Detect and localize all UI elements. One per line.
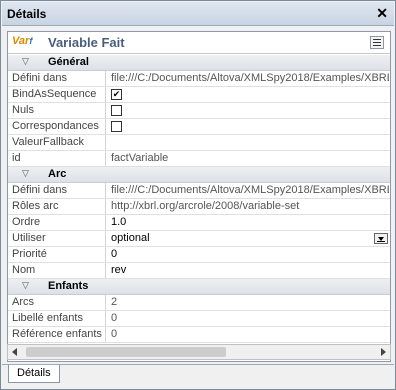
section-label: Enfants [48, 280, 89, 292]
row-child-labels[interactable]: Libellé enfants 0 [8, 311, 390, 327]
row-value: http://xbrl.org/arcrole/2008/variable-se… [111, 200, 300, 212]
row-priority[interactable]: Priorité 0 [8, 247, 390, 263]
details-window: Détails ✕ Varf Variable Fait ▽ Général D… [0, 0, 396, 390]
header-title: Variable Fait [48, 35, 125, 50]
title-bar: Détails ✕ [2, 2, 394, 26]
row-bind-as-sequence[interactable]: BindAsSequence ✔ [8, 87, 390, 103]
property-grid: ▽ Général Défini dans file:///C:/Documen… [8, 55, 390, 343]
row-key: ValeurFallback [8, 135, 106, 150]
name-field[interactable]: rev [111, 263, 389, 278]
row-key: id [8, 151, 106, 166]
order-field[interactable]: 1.0 [111, 215, 389, 230]
row-key: Priorité [8, 247, 106, 262]
row-key: Nom [8, 263, 106, 278]
row-arcs[interactable]: Arcs 2 [8, 295, 390, 311]
row-key: Défini dans [8, 183, 106, 198]
row-value: file:///C:/Documents/Altova/XMLSpy2018/E… [111, 72, 389, 84]
priority-field[interactable]: 0 [111, 247, 389, 262]
row-value: 0 [111, 312, 118, 324]
row-arc-defined-in[interactable]: Défini dans file:///C:/Documents/Altova/… [8, 183, 390, 199]
row-use[interactable]: Utiliser optional [8, 231, 390, 247]
row-key: Défini dans [8, 71, 106, 86]
row-key: BindAsSequence [8, 87, 106, 102]
horizontal-scrollbar[interactable] [7, 344, 391, 360]
row-correspondances[interactable]: Correspondances [8, 119, 390, 135]
nuls-checkbox[interactable] [111, 105, 122, 116]
close-icon[interactable]: ✕ [376, 5, 388, 22]
row-key: Ordre [8, 215, 106, 230]
collapse-all-icon[interactable] [370, 36, 384, 49]
id-field[interactable]: factVariable [111, 151, 389, 166]
section-arc[interactable]: ▽ Arc [8, 167, 390, 183]
header-row: Varf Variable Fait [8, 32, 390, 54]
tab-bar: Détails [2, 364, 394, 389]
row-value: 2 [111, 296, 118, 308]
row-value: file:///C:/Documents/Altova/XMLSpy2018/E… [111, 184, 389, 196]
use-select[interactable]: optional [111, 231, 389, 246]
variable-icon: Varf [12, 35, 33, 47]
tab-details[interactable]: Détails [8, 365, 60, 383]
collapse-triangle-icon[interactable]: ▽ [22, 280, 29, 291]
section-label: Arc [48, 168, 67, 180]
row-nuls[interactable]: Nuls [8, 103, 390, 119]
row-key: Libellé enfants [8, 311, 106, 326]
correspondances-checkbox[interactable] [111, 121, 122, 132]
row-order[interactable]: Ordre 1.0 [8, 215, 390, 231]
collapse-triangle-icon[interactable]: ▽ [22, 168, 29, 179]
section-general[interactable]: ▽ Général [8, 55, 390, 71]
row-key: Référence enfants [8, 327, 106, 342]
collapse-triangle-icon[interactable]: ▽ [22, 56, 29, 67]
row-defined-in[interactable]: Défini dans file:///C:/Documents/Altova/… [8, 71, 390, 87]
valeur-fallback-field[interactable] [111, 135, 389, 150]
scroll-thumb[interactable] [26, 347, 226, 357]
row-key: Arcs [8, 295, 106, 310]
row-key: Utiliser [8, 231, 106, 246]
row-name[interactable]: Nom rev [8, 263, 390, 279]
row-child-refs[interactable]: Référence enfants 0 [8, 327, 390, 343]
row-valeur-fallback[interactable]: ValeurFallback [8, 135, 390, 151]
window-title: Détails [7, 7, 47, 21]
section-children[interactable]: ▽ Enfants [8, 279, 390, 295]
section-label: Général [48, 56, 89, 68]
scroll-left-icon[interactable] [12, 348, 17, 356]
bind-as-sequence-checkbox[interactable]: ✔ [111, 89, 122, 100]
row-id[interactable]: id factVariable [8, 151, 390, 167]
scroll-right-icon[interactable] [381, 348, 386, 356]
row-key: Correspondances [8, 119, 106, 134]
dropdown-arrow-icon[interactable] [374, 233, 388, 244]
row-value: 0 [111, 328, 118, 340]
row-key: Nuls [8, 103, 106, 118]
properties-panel: Varf Variable Fait ▽ Général Défini dans… [7, 31, 391, 362]
row-key: Rôles arc [8, 199, 106, 214]
row-arc-roles[interactable]: Rôles arc http://xbrl.org/arcrole/2008/v… [8, 199, 390, 215]
